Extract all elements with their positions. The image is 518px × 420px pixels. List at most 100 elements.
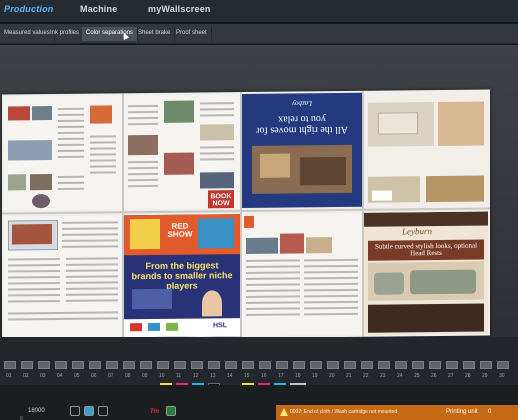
photo-thumbnail <box>90 105 112 124</box>
ink-zone-number: 16 <box>261 373 267 379</box>
product-photo <box>198 218 234 249</box>
photo-thumbnail <box>8 106 30 121</box>
page-top-left <box>4 95 122 211</box>
product-photo <box>130 218 160 250</box>
photo-thumbnail <box>200 172 234 189</box>
ink-zone-key[interactable] <box>395 361 407 369</box>
ink-zone-number: 21 <box>346 373 352 379</box>
leyburn-footer <box>368 303 484 333</box>
room-photo <box>300 156 346 186</box>
ink-zone-number: 27 <box>448 373 454 379</box>
tab-mywallscreen[interactable]: myWallscreen <box>148 4 211 14</box>
photo-thumbnail <box>164 152 194 175</box>
leyburn-header <box>364 211 488 227</box>
ink-zone-key[interactable] <box>446 361 458 369</box>
ink-zone-key[interactable] <box>429 361 441 369</box>
ink-zone-key[interactable] <box>191 361 203 369</box>
ink-zone-key[interactable] <box>38 361 50 369</box>
ink-zone-key[interactable] <box>242 361 254 369</box>
tab-machine[interactable]: Machine <box>80 4 117 14</box>
ink-zone-number: 30 <box>499 373 505 379</box>
ink-zone-key[interactable] <box>225 361 237 369</box>
ink-zone-number: 06 <box>91 373 97 379</box>
ink-zone-number: 18 <box>295 373 301 379</box>
play-icon[interactable] <box>70 406 80 416</box>
ink-zone-number: 24 <box>397 373 403 379</box>
room-photo <box>260 153 290 178</box>
stop-icon[interactable] <box>98 406 108 416</box>
ink-zone-key[interactable] <box>140 361 152 369</box>
photo-thumbnail <box>30 174 52 191</box>
tab-ink-profiles[interactable]: Ink profiles <box>46 27 85 41</box>
grid-icon[interactable] <box>166 406 176 416</box>
ink-zone-key[interactable] <box>123 361 135 369</box>
tab-production[interactable]: Production <box>4 4 54 14</box>
ink-zone-key[interactable] <box>72 361 84 369</box>
page-ad-leyburn: Leyburn Subtle curved stylish looks, opt… <box>364 211 488 335</box>
page-bottom-text <box>242 212 362 337</box>
sheet-preview[interactable]: BOOK NOW All the right moves for you to … <box>2 89 490 341</box>
ink-zone-key[interactable] <box>276 361 288 369</box>
sub-counter: 0 <box>20 416 23 420</box>
ink-zone-key[interactable] <box>157 361 169 369</box>
warning-banner[interactable]: 0002: End of cloth / Wash cartridge not … <box>276 405 518 420</box>
ink-zone-key[interactable] <box>344 361 356 369</box>
ad-tagline: From the biggest brands to smaller niche… <box>131 260 233 291</box>
leyburn-subhead: Subtle curved stylish looks, optional He… <box>374 241 478 258</box>
ink-zone-key[interactable] <box>293 361 305 369</box>
ink-zone-key[interactable] <box>310 361 322 369</box>
photo-thumbnail <box>280 233 304 254</box>
ink-zone-number: 12 <box>193 373 199 379</box>
ink-zone-key[interactable] <box>4 361 16 369</box>
ink-zone-number: 25 <box>414 373 420 379</box>
photo-thumbnail <box>32 194 50 209</box>
ink-zone-key[interactable] <box>259 361 271 369</box>
ink-zone-key[interactable] <box>327 361 339 369</box>
ink-zone-key[interactable] <box>55 361 67 369</box>
page-ad-show: RED SHOW From the biggest brands to smal… <box>124 214 240 338</box>
ink-zone-number: 13 <box>210 373 216 379</box>
ink-zone-number: 28 <box>465 373 471 379</box>
ink-zone-key[interactable] <box>480 361 492 369</box>
page-furniture-top <box>364 91 488 207</box>
ink-zone-key[interactable] <box>463 361 475 369</box>
person-photo <box>202 290 222 317</box>
sheet-counter: 18000 <box>28 408 45 414</box>
show-title: RED SHOW <box>167 221 193 239</box>
ink-zone-key[interactable] <box>208 361 220 369</box>
ink-zone-number: 22 <box>363 373 369 379</box>
leyburn-title: Leyburn <box>402 226 432 237</box>
ad-brand-logo: Lazboy <box>291 99 313 108</box>
ink-zone-key[interactable] <box>174 361 186 369</box>
settings-icon[interactable] <box>84 406 94 416</box>
ink-zone-key[interactable] <box>378 361 390 369</box>
ink-zone-number: 23 <box>380 373 386 379</box>
tab-sheet-brake[interactable]: Sheet brake <box>134 27 176 41</box>
ink-zone-number: 09 <box>142 373 148 379</box>
ink-zone-key[interactable] <box>21 361 33 369</box>
sofa-photo <box>410 269 476 295</box>
ink-zone-key[interactable] <box>106 361 118 369</box>
photo-thumbnail <box>32 106 52 121</box>
brand-logo <box>166 322 178 331</box>
ink-zone-number: 17 <box>278 373 284 379</box>
ink-zone-key[interactable] <box>412 361 424 369</box>
ad-headline: All the right moves for you to relax <box>256 113 348 136</box>
ink-zone-key[interactable] <box>89 361 101 369</box>
brand-logo <box>130 323 142 332</box>
printing-unit-value: 0 <box>488 409 492 415</box>
ink-key-strip: 01 02 03 04 05 06 07 08 09 10 11 12 13 1… <box>0 337 518 385</box>
product-photo <box>132 288 172 310</box>
furniture-photo <box>426 175 484 203</box>
ink-zone-number: 07 <box>108 373 114 379</box>
photo-thumbnail <box>128 134 158 156</box>
photo-thumbnail <box>200 124 234 141</box>
ink-zone-key[interactable] <box>497 361 509 369</box>
tab-proof-sheet[interactable]: Proof sheet <box>172 27 212 41</box>
photo-thumbnail <box>306 237 332 254</box>
ink-zone-number: 01 <box>6 373 12 379</box>
ink-zone-key[interactable] <box>361 361 373 369</box>
warning-icon <box>280 408 288 416</box>
tab-color-separations[interactable]: Color separations <box>82 27 139 41</box>
hsl-logo: HSL <box>213 322 227 330</box>
